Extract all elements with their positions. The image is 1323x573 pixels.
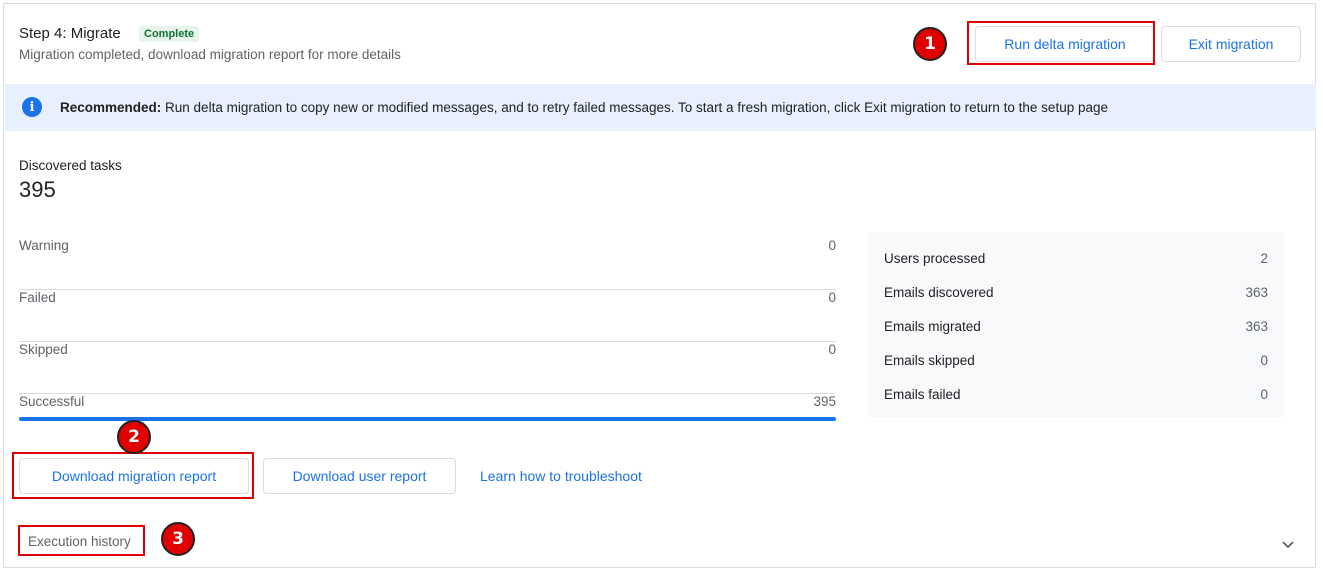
- stat-value: 0: [828, 290, 836, 305]
- banner-message: Run delta migration to copy new or modif…: [161, 100, 1108, 115]
- annotation-step-2: 2: [117, 420, 151, 454]
- summary-row: Emails failed 0: [884, 387, 1268, 407]
- page-subtitle: Migration completed, download migration …: [19, 47, 401, 62]
- summary-row: Emails discovered 363: [884, 285, 1268, 305]
- summary-value: 2: [1260, 251, 1268, 266]
- stat-label: Successful: [19, 394, 85, 409]
- stat-row-warning: Warning 0: [19, 238, 836, 290]
- annotation-step-1: 1: [913, 27, 947, 61]
- chevron-down-icon[interactable]: [1278, 534, 1298, 554]
- stat-label: Warning: [19, 238, 69, 253]
- stat-label: Failed: [19, 290, 56, 305]
- download-user-report-button[interactable]: Download user report: [263, 458, 456, 494]
- summary-label: Emails failed: [884, 387, 961, 402]
- annotation-highlight-download-report: [12, 452, 254, 499]
- info-icon: i: [22, 97, 42, 117]
- summary-panel: Users processed 2 Emails discovered 363 …: [868, 232, 1284, 417]
- stat-label: Skipped: [19, 342, 68, 357]
- summary-row: Emails migrated 363: [884, 319, 1268, 339]
- stat-row-skipped: Skipped 0: [19, 342, 836, 394]
- annotation-step-3: 3: [161, 522, 195, 556]
- recommendation-banner: i Recommended: Run delta migration to co…: [5, 84, 1316, 131]
- summary-label: Emails skipped: [884, 353, 975, 368]
- status-badge: Complete: [139, 26, 200, 42]
- summary-value: 0: [1260, 353, 1268, 368]
- summary-value: 363: [1245, 319, 1268, 334]
- summary-label: Users processed: [884, 251, 986, 266]
- troubleshoot-link[interactable]: Learn how to troubleshoot: [480, 468, 642, 484]
- banner-text: Recommended: Run delta migration to copy…: [60, 100, 1108, 115]
- summary-label: Emails migrated: [884, 319, 981, 334]
- successful-progress-bar: [19, 417, 836, 421]
- stat-row-failed: Failed 0: [19, 290, 836, 342]
- summary-label: Emails discovered: [884, 285, 994, 300]
- summary-row: Emails skipped 0: [884, 353, 1268, 373]
- summary-value: 0: [1260, 387, 1268, 402]
- summary-value: 363: [1245, 285, 1268, 300]
- page-title: Step 4: Migrate: [19, 25, 121, 42]
- discovered-tasks-value: 395: [19, 177, 56, 202]
- stat-value: 395: [813, 394, 836, 409]
- stat-value: 0: [828, 342, 836, 357]
- exit-migration-button[interactable]: Exit migration: [1161, 26, 1301, 62]
- stat-value: 0: [828, 238, 836, 253]
- banner-bold-prefix: Recommended:: [60, 100, 162, 115]
- annotation-highlight-execution-history: [18, 525, 145, 556]
- discovered-tasks-label: Discovered tasks: [19, 158, 122, 173]
- summary-row: Users processed 2: [884, 251, 1268, 271]
- annotation-highlight-run-delta: [967, 21, 1155, 65]
